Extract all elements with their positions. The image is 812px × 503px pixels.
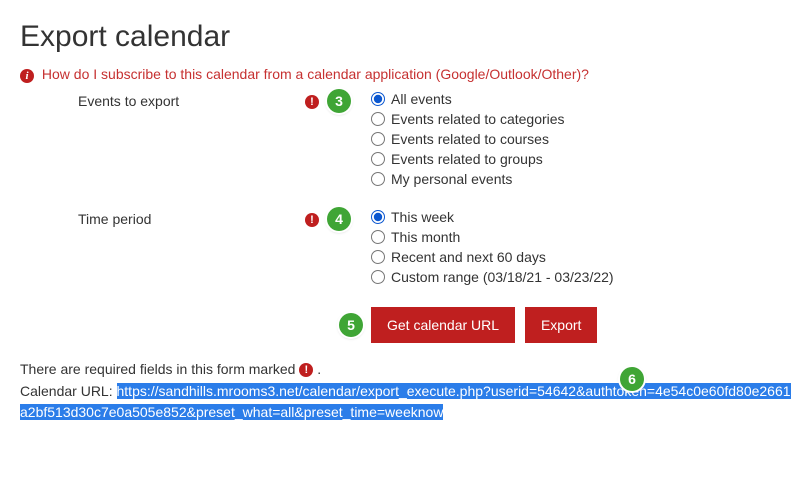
annotation-3: 3 — [327, 89, 351, 113]
radio-this-week[interactable]: This week — [371, 209, 614, 225]
calendar-url-label: Calendar URL: — [20, 383, 117, 399]
radio-input[interactable] — [371, 270, 385, 284]
calendar-url-value[interactable]: https://sandhills.mrooms3.net/calendar/e… — [20, 383, 791, 420]
events-export-row: Events to export ! 3 All events Events r… — [20, 91, 792, 191]
radio-label: Recent and next 60 days — [391, 249, 546, 265]
required-icon: ! — [305, 213, 319, 227]
radio-label: Events related to courses — [391, 131, 549, 147]
calendar-url-row: 6 Calendar URL: https://sandhills.mrooms… — [20, 381, 792, 423]
radio-this-month[interactable]: This month — [371, 229, 614, 245]
radio-custom-range[interactable]: Custom range (03/18/21 - 03/23/22) — [371, 269, 614, 285]
radio-recent-60[interactable]: Recent and next 60 days — [371, 249, 614, 265]
radio-label: My personal events — [391, 171, 512, 187]
radio-label: Custom range (03/18/21 - 03/23/22) — [391, 269, 614, 285]
radio-label: Events related to groups — [391, 151, 543, 167]
radio-input[interactable] — [371, 152, 385, 166]
required-fields-note: There are required fields in this form m… — [20, 361, 792, 377]
help-link-row: i How do I subscribe to this calendar fr… — [20, 66, 792, 83]
info-icon: i — [20, 69, 34, 83]
radio-input[interactable] — [371, 92, 385, 106]
radio-groups[interactable]: Events related to groups — [371, 151, 565, 167]
radio-input[interactable] — [371, 230, 385, 244]
annotation-4: 4 — [327, 207, 351, 231]
radio-input[interactable] — [371, 250, 385, 264]
radio-all-events[interactable]: All events — [371, 91, 565, 107]
annotation-5: 5 — [339, 313, 363, 337]
page-title: Export calendar — [20, 20, 792, 54]
radio-input[interactable] — [371, 112, 385, 126]
button-row: 5 Get calendar URL Export — [371, 307, 792, 343]
radio-input[interactable] — [371, 172, 385, 186]
export-button[interactable]: Export — [525, 307, 597, 343]
annotation-6: 6 — [620, 367, 644, 391]
required-icon: ! — [305, 95, 319, 109]
help-link[interactable]: How do I subscribe to this calendar from… — [42, 66, 589, 82]
radio-label: Events related to categories — [391, 111, 565, 127]
events-label: Events to export — [20, 91, 305, 191]
radio-personal[interactable]: My personal events — [371, 171, 565, 187]
time-label: Time period — [20, 209, 305, 289]
radio-categories[interactable]: Events related to categories — [371, 111, 565, 127]
get-calendar-url-button[interactable]: Get calendar URL — [371, 307, 515, 343]
required-icon: ! — [299, 363, 313, 377]
radio-label: All events — [391, 91, 452, 107]
radio-label: This week — [391, 209, 454, 225]
time-period-row: Time period ! 4 This week This month Rec… — [20, 209, 792, 289]
radio-input[interactable] — [371, 210, 385, 224]
radio-input[interactable] — [371, 132, 385, 146]
radio-label: This month — [391, 229, 460, 245]
time-options: ! 4 This week This month Recent and next… — [305, 209, 614, 289]
events-options: ! 3 All events Events related to categor… — [305, 91, 565, 191]
radio-courses[interactable]: Events related to courses — [371, 131, 565, 147]
